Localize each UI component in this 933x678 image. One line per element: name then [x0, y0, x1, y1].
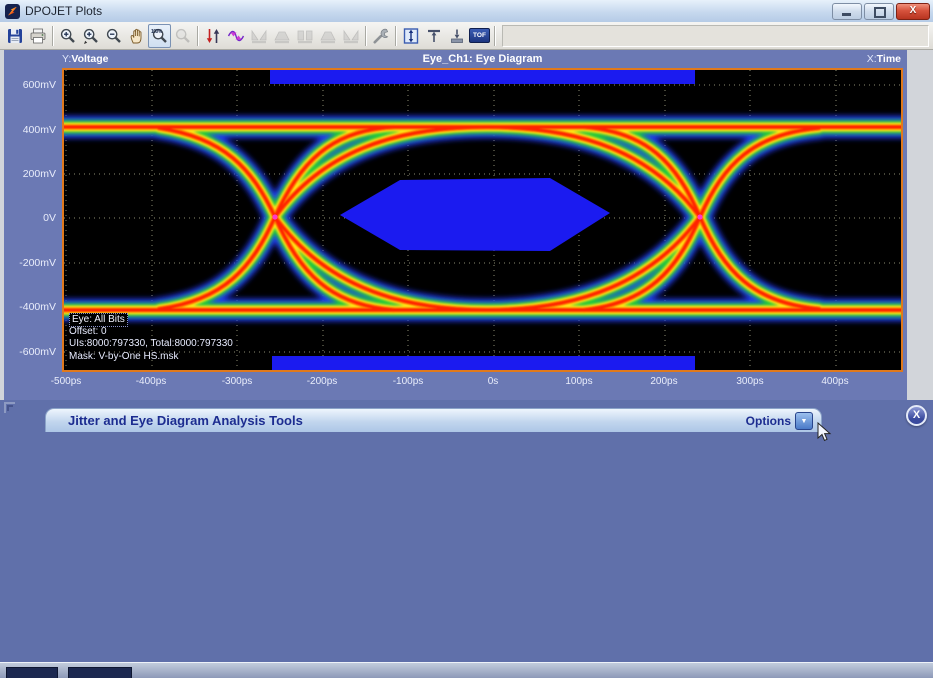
toolbar-mask-histogram-2-button	[270, 24, 293, 48]
y-tick-label: -600mV	[4, 346, 56, 358]
toolbar-mask-histogram-1-button	[247, 24, 270, 48]
toolbar-vertical-cursors-button[interactable]	[201, 24, 224, 48]
toolbar-separator	[197, 26, 198, 46]
taskbar-item	[6, 667, 58, 678]
panel-titlebar: Jitter and Eye Diagram Analysis Tools Op…	[45, 408, 822, 432]
toolbar-bottom-marker-button[interactable]	[445, 24, 468, 48]
toolbar-separator	[365, 26, 366, 46]
dpojet-plots-window: DPOJET Plots X 100% TOF Y:Voltage Eye_Ch1…	[0, 0, 933, 678]
app-logo-icon	[5, 4, 20, 19]
window-title: DPOJET Plots	[25, 4, 102, 18]
plot-title: Eye_Ch1: Eye Diagram	[62, 53, 903, 65]
eye-diagram-canvas: Eye: All BitsOffset: 0UIs:8000:797330, T…	[62, 68, 903, 372]
toolbar-separator	[52, 26, 53, 46]
x-tick-label: 400ps	[805, 376, 865, 387]
toolbar-separator	[395, 26, 396, 46]
close-icon: X	[897, 4, 929, 19]
y-tick-label: 400mV	[4, 124, 56, 136]
plot-annotation: Offset: 0	[69, 326, 107, 338]
toolbar-print-button[interactable]	[26, 24, 49, 48]
mask-top-region	[270, 70, 695, 84]
toolbar-zoom-box-button[interactable]	[79, 24, 102, 48]
close-button[interactable]: X	[896, 3, 930, 20]
y-tick-label: 0V	[4, 212, 56, 224]
x-tick-label: -100ps	[378, 376, 438, 387]
plot-toolbar: 100% TOF	[0, 22, 933, 50]
panel-title: Jitter and Eye Diagram Analysis Tools	[46, 413, 303, 428]
toolbar-zoom-100-button[interactable]: 100%	[148, 24, 171, 48]
minimize-button[interactable]	[832, 3, 862, 20]
toolbar-wrench-button[interactable]	[369, 24, 392, 48]
taskbar-item	[68, 667, 132, 678]
maximize-button[interactable]	[864, 3, 894, 20]
plot-client-area: Y:Voltage Eye_Ch1: Eye Diagram X:Time 60…	[4, 50, 907, 400]
toolbar-empty-area	[502, 25, 929, 47]
options-dropdown-arrow-icon[interactable]: ▼	[795, 412, 813, 430]
panel-close-button[interactable]: X	[906, 405, 927, 426]
options-dropdown[interactable]: Options ▼	[746, 412, 813, 430]
panel-resize-grip[interactable]	[4, 402, 15, 413]
toolbar-vertical-scale-button[interactable]	[399, 24, 422, 48]
mask-bottom-region	[272, 356, 695, 370]
x-tick-label: 100ps	[549, 376, 609, 387]
toolbar-eye-mask-button[interactable]	[224, 24, 247, 48]
plot-region: Y:Voltage Eye_Ch1: Eye Diagram X:Time 60…	[0, 50, 933, 400]
plot-annotation: Mask: V-by-One HS.msk	[69, 351, 178, 363]
x-tick-label: -200ps	[292, 376, 352, 387]
x-tick-label: -500ps	[36, 376, 96, 387]
bottom-strip	[0, 662, 933, 678]
y-tick-label: -400mV	[4, 301, 56, 313]
plot-annotation: UIs:8000:797330, Total:8000:797330	[69, 338, 233, 350]
toolbar-separator	[494, 26, 495, 46]
x-tick-label: 0s	[463, 376, 523, 387]
toolbar-tof-button[interactable]: TOF	[468, 24, 491, 48]
analysis-panel: Jitter and Eye Diagram Analysis Tools Op…	[0, 400, 933, 662]
x-tick-label: -400ps	[121, 376, 181, 387]
x-tick-label: 300ps	[720, 376, 780, 387]
y-tick-label: 200mV	[4, 168, 56, 180]
toolbar-zoom-in-button[interactable]	[56, 24, 79, 48]
x-tick-label: -300ps	[207, 376, 267, 387]
toolbar-save-button[interactable]	[3, 24, 26, 48]
toolbar-zoom-disabled-button	[171, 24, 194, 48]
x-axis-title: X:Time	[867, 53, 901, 65]
toolbar-pan-button[interactable]	[125, 24, 148, 48]
toolbar-top-marker-button[interactable]	[422, 24, 445, 48]
y-tick-label: 600mV	[4, 79, 56, 91]
toolbar-zoom-out-button[interactable]	[102, 24, 125, 48]
window-titlebar: DPOJET Plots X	[0, 0, 933, 23]
toolbar-mask-histogram-3-button	[293, 24, 316, 48]
x-tick-label: 200ps	[634, 376, 694, 387]
y-tick-label: -200mV	[4, 257, 56, 269]
toolbar-mask-histogram-5-button	[339, 24, 362, 48]
toolbar-mask-histogram-4-button	[316, 24, 339, 48]
